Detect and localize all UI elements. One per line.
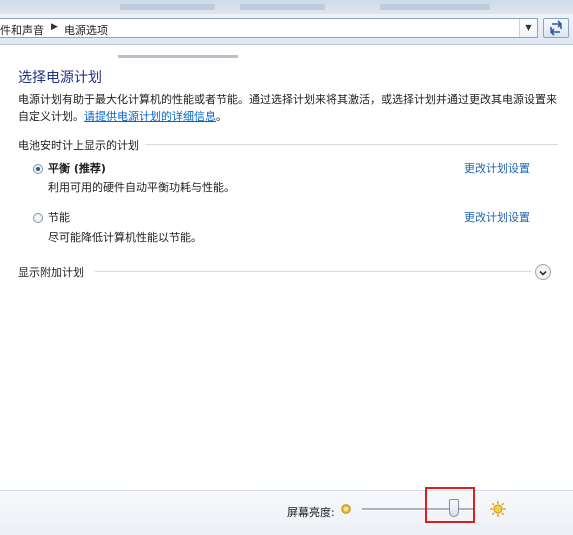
address-bar: 件和声音 ▶ 电源选项 ▼ xyxy=(0,14,573,58)
plan-balanced-description: 利用可用的硬件自动平衡功耗与性能。 xyxy=(48,181,235,194)
refresh-button[interactable] xyxy=(543,18,569,38)
plan-balanced-change-settings-link[interactable]: 更改计划设置 xyxy=(464,160,530,176)
plan-power-saver-description: 尽可能降低计算机性能以节能。 xyxy=(48,231,202,244)
window-top-strip xyxy=(0,0,573,14)
dim-sun-icon xyxy=(341,504,351,514)
plan-power-saver-name[interactable]: 节能 xyxy=(48,209,70,225)
bright-sun-icon xyxy=(490,501,506,517)
slider-highlight-box xyxy=(425,487,475,523)
plan-balanced-radio[interactable] xyxy=(33,164,43,174)
breadcrumb[interactable]: 件和声音 ▶ 电源选项 ▼ xyxy=(0,18,538,38)
plan-balanced-name[interactable]: 平衡 (推荐) xyxy=(48,160,106,176)
refresh-icon xyxy=(549,20,563,36)
breadcrumb-power-options[interactable]: 电源选项 xyxy=(64,22,108,38)
expand-additional-plans-button[interactable] xyxy=(535,264,551,280)
chevron-down-icon: ▼ xyxy=(525,23,532,32)
additional-plans-divider xyxy=(95,271,531,272)
address-dropdown-button[interactable]: ▼ xyxy=(519,19,537,37)
page-title: 选择电源计划 xyxy=(18,70,102,86)
section-label: 电池安时计上显示的计划 xyxy=(18,137,145,153)
breadcrumb-hardware-sound[interactable]: 件和声音 xyxy=(0,22,44,38)
blurred-tab xyxy=(380,4,490,10)
breadcrumb-separator-icon[interactable]: ▶ xyxy=(51,22,58,32)
power-plan-details-link[interactable]: 请提供电源计划的详细信息 xyxy=(84,110,216,123)
address-scroll-indicator xyxy=(118,55,238,58)
page-description: 电源计划有助于最大化计算机的性能或者节能。通过选择计划来将其激活，或选择计划并通… xyxy=(18,93,557,123)
brightness-bar: 屏幕亮度: xyxy=(0,487,573,535)
brightness-label: 屏幕亮度: xyxy=(287,506,335,519)
chevron-down-icon xyxy=(539,270,547,276)
plan-power-saver-radio[interactable] xyxy=(33,213,43,223)
blurred-tab xyxy=(240,4,325,10)
blurred-tab xyxy=(120,4,215,10)
plan-power-saver-change-settings-link[interactable]: 更改计划设置 xyxy=(464,209,530,225)
show-additional-plans-label[interactable]: 显示附加计划 xyxy=(18,264,90,280)
